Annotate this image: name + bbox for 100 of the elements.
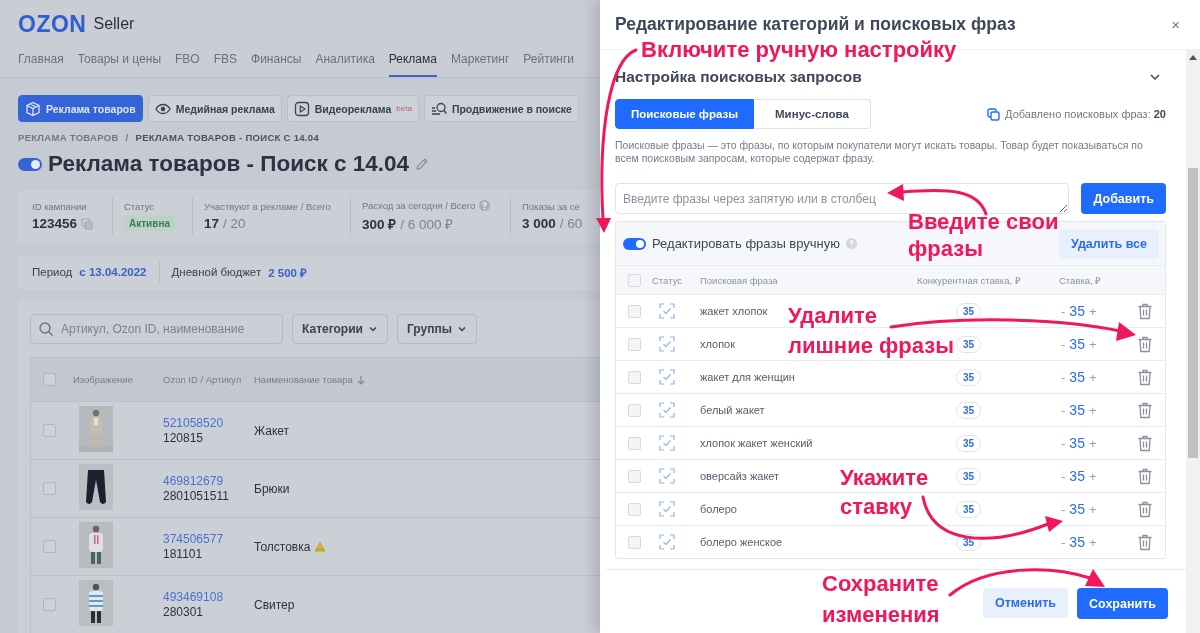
- bid-value[interactable]: 35: [1069, 303, 1085, 319]
- cancel-button[interactable]: Отменить: [982, 588, 1069, 618]
- bid-value[interactable]: 35: [1069, 468, 1085, 484]
- stat-total: / 60: [559, 216, 583, 232]
- trash-icon[interactable]: [1136, 434, 1153, 452]
- checkbox[interactable]: [43, 424, 56, 437]
- nav-tab[interactable]: Аналитика: [315, 48, 375, 77]
- checkbox[interactable]: [628, 304, 641, 318]
- nav-tab[interactable]: Реклама: [388, 48, 437, 77]
- tab[interactable]: Поисковые фразы: [615, 99, 755, 129]
- tab[interactable]: Минус-слова: [754, 99, 871, 129]
- check-frame-icon: [659, 501, 675, 517]
- bid-decrement[interactable]: -: [1061, 535, 1066, 550]
- budget-link[interactable]: 2 500 ₽: [268, 264, 308, 280]
- stat-value: 17: [204, 216, 220, 232]
- filter-dropdown[interactable]: Группы: [396, 314, 477, 344]
- bid-increment[interactable]: +: [1088, 502, 1097, 517]
- delete-all-button[interactable]: Удалить все: [1058, 228, 1159, 259]
- checkbox[interactable]: [628, 535, 641, 549]
- checkbox[interactable]: [628, 502, 641, 516]
- status-badge: Активна: [124, 216, 176, 232]
- bid-increment[interactable]: +: [1088, 436, 1097, 451]
- logo[interactable]: OZON: [18, 10, 87, 38]
- scrollbar[interactable]: [1186, 50, 1200, 633]
- checkbox[interactable]: [628, 273, 641, 287]
- bid-value[interactable]: 35: [1069, 534, 1085, 550]
- stat-label: ID кампании: [32, 201, 87, 213]
- ozon-id-link[interactable]: 374506577: [163, 532, 254, 546]
- trash-icon[interactable]: [1136, 467, 1153, 485]
- ad-type-tab[interactable]: Реклама товаров: [18, 95, 143, 122]
- trash-icon[interactable]: [1136, 500, 1153, 518]
- breadcrumb[interactable]: РЕКЛАМА ТОВАРОВ: [18, 132, 119, 143]
- checkbox[interactable]: [43, 540, 56, 553]
- bid-decrement[interactable]: -: [1061, 469, 1066, 484]
- chevron-down-icon[interactable]: [1149, 71, 1161, 83]
- checkbox[interactable]: [43, 482, 56, 495]
- column-header[interactable]: Наименование товара: [254, 374, 353, 385]
- bid-increment[interactable]: +: [1088, 535, 1097, 550]
- bid-decrement[interactable]: -: [1061, 436, 1066, 451]
- bid-increment[interactable]: +: [1088, 370, 1097, 385]
- nav-tab[interactable]: Главная: [18, 48, 64, 77]
- bid-decrement[interactable]: -: [1061, 370, 1066, 385]
- trash-icon[interactable]: [1136, 302, 1153, 320]
- stat-value: 3 000: [522, 216, 556, 232]
- article-number: 280301: [163, 605, 205, 619]
- toggle-switch[interactable]: [18, 157, 42, 171]
- ozon-id-link[interactable]: 493469108: [163, 590, 254, 604]
- add-button[interactable]: Добавить: [1081, 183, 1166, 214]
- bid-value[interactable]: 35: [1069, 336, 1085, 352]
- bid-decrement[interactable]: -: [1061, 403, 1066, 418]
- toggle-switch[interactable]: [623, 237, 646, 250]
- checkbox[interactable]: [628, 436, 641, 450]
- filter-dropdown[interactable]: Категории: [292, 314, 388, 344]
- trash-icon[interactable]: [1136, 368, 1153, 386]
- check-frame-icon: [659, 435, 675, 451]
- ad-type-tab[interactable]: Продвижение в поиске: [423, 95, 579, 122]
- nav-tab[interactable]: Финансы: [251, 48, 302, 77]
- copy-icon[interactable]: [81, 217, 94, 230]
- stat-label: Показы за се: [522, 201, 580, 213]
- nav-tab[interactable]: FBS: [213, 48, 238, 77]
- bid-value[interactable]: 35: [1069, 402, 1085, 418]
- bid-value[interactable]: 35: [1069, 369, 1085, 385]
- nav-tab[interactable]: Товары и цены: [77, 48, 161, 77]
- column-header: Поисковая фраза: [700, 274, 779, 286]
- trash-icon[interactable]: [1136, 401, 1153, 419]
- ozon-id-link[interactable]: 521058520: [163, 416, 254, 430]
- ozon-id-link[interactable]: 469812679: [163, 474, 254, 488]
- period-link[interactable]: с 13.04.2022: [79, 266, 147, 279]
- pencil-icon[interactable]: [415, 157, 430, 172]
- bid-decrement[interactable]: -: [1061, 304, 1066, 319]
- checkbox[interactable]: [628, 370, 641, 384]
- nav-tab[interactable]: FBO: [175, 48, 200, 77]
- stat-total: / 20: [223, 216, 246, 232]
- trash-icon[interactable]: [1136, 335, 1153, 353]
- product-name-cell: Свитер: [254, 597, 295, 612]
- trash-icon[interactable]: [1136, 533, 1153, 551]
- bid-decrement[interactable]: -: [1061, 337, 1066, 352]
- bid-value[interactable]: 35: [1069, 501, 1085, 517]
- bid-increment[interactable]: +: [1088, 469, 1097, 484]
- bid-increment[interactable]: +: [1088, 304, 1097, 319]
- help-icon: [846, 238, 858, 249]
- checkbox[interactable]: [628, 469, 641, 483]
- ad-type-tab[interactable]: Медийная реклама: [147, 95, 282, 122]
- checkbox[interactable]: [43, 373, 56, 386]
- nav-tab[interactable]: Маркетинг: [450, 48, 510, 77]
- checkbox[interactable]: [43, 598, 56, 611]
- bid-increment[interactable]: +: [1088, 337, 1097, 352]
- nav-tab[interactable]: Рейтинги: [523, 48, 575, 77]
- save-button[interactable]: Сохранить: [1077, 588, 1168, 619]
- phrase-input[interactable]: Введите фразы через запятую или в столбец: [615, 183, 1070, 214]
- search-field[interactable]: Артикул, Ozon ID, наименование: [30, 314, 283, 344]
- cube-icon: [25, 100, 41, 117]
- checkbox[interactable]: [628, 403, 641, 417]
- bid-value[interactable]: 35: [1069, 435, 1085, 451]
- bid-decrement[interactable]: -: [1061, 502, 1066, 517]
- checkbox[interactable]: [628, 337, 641, 351]
- bid-increment[interactable]: +: [1088, 403, 1097, 418]
- check-frame-icon: [659, 336, 675, 352]
- close-button[interactable]: ×: [1171, 16, 1180, 33]
- column-header: Конкурентная ставка, ₽: [917, 273, 1022, 287]
